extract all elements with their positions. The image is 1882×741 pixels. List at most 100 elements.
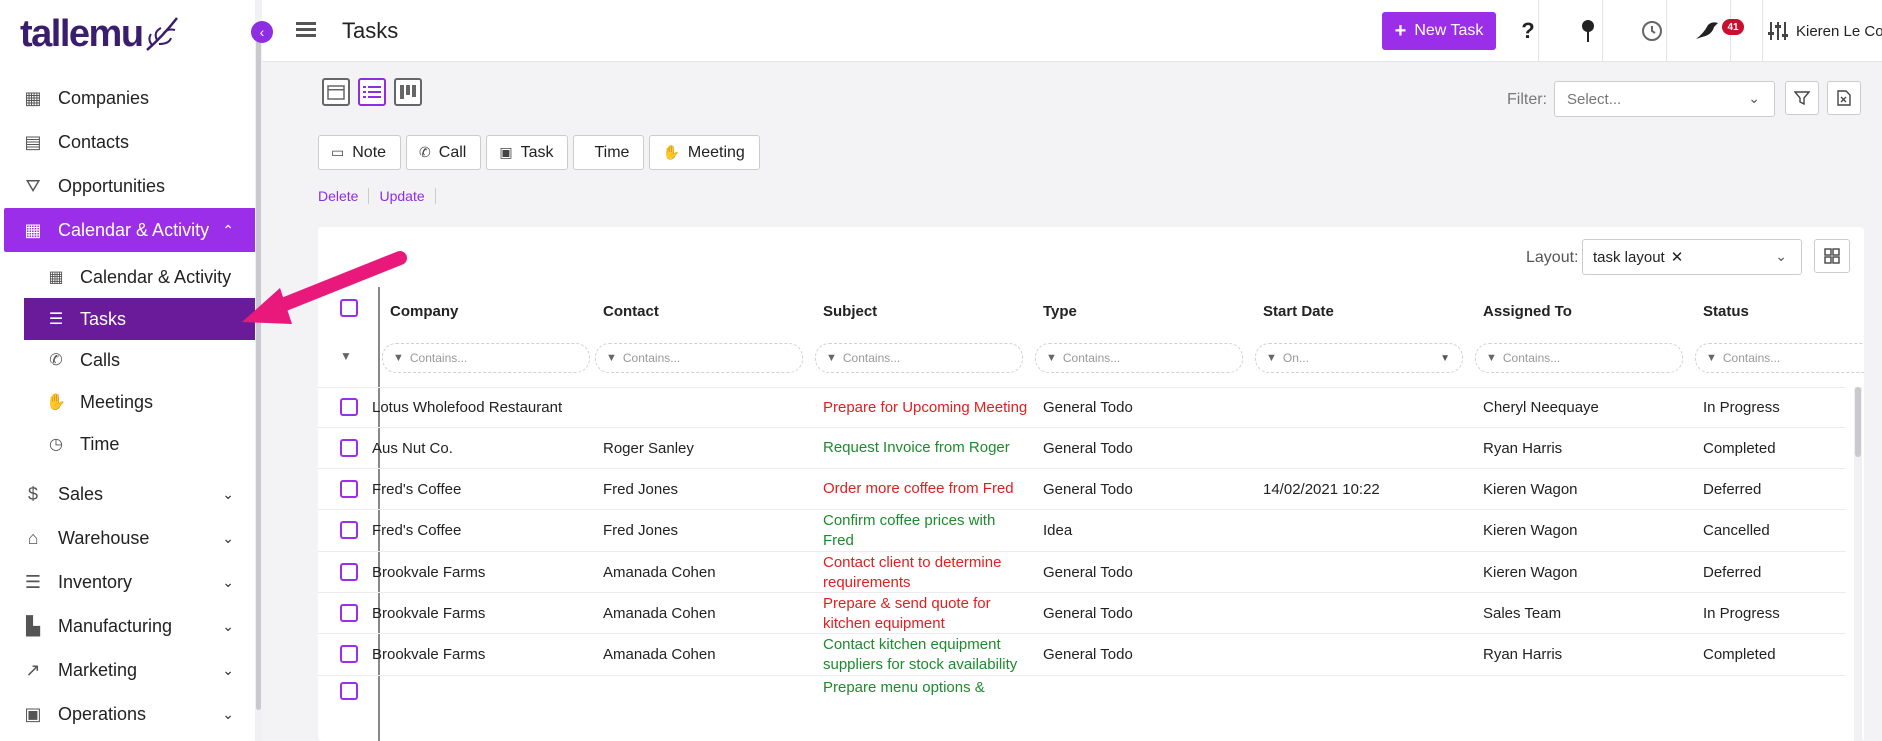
chevron-down-icon: ⌄ (1748, 90, 1760, 106)
row-checkbox[interactable] (340, 521, 358, 539)
task-button[interactable]: ▣ Task (486, 135, 569, 170)
grid-scrollbar[interactable] (1854, 387, 1862, 741)
task-subject-link[interactable]: Request Invoice from Roger (823, 438, 1010, 458)
tallemu-logo[interactable]: tallemu (20, 10, 181, 58)
export-excel-button[interactable] (1827, 81, 1861, 115)
column-filter-input[interactable]: ▼ Contains... (1475, 343, 1683, 373)
chevron-down-icon[interactable]: ⌄ (222, 486, 234, 503)
new-task-button[interactable]: + New Task (1382, 12, 1496, 50)
column-filter-input[interactable]: ▼ Contains... (1035, 343, 1243, 373)
chevron-down-icon[interactable]: ⌄ (222, 530, 234, 547)
user-name[interactable]: Kieren Le Cor (1796, 23, 1882, 40)
sidebar-subitem-meetings[interactable]: ✋ Meetings (24, 381, 256, 423)
delete-link[interactable]: Delete (318, 188, 370, 204)
task-subject-link[interactable]: Prepare for Upcoming Meeting (823, 398, 1027, 418)
sidebar-subitem-tasks[interactable]: ☰ Tasks (24, 298, 256, 340)
grid-scroll-thumb[interactable] (1855, 387, 1861, 457)
sidebar-subitem-label: Meetings (80, 391, 154, 412)
task-subject-link[interactable]: Prepare & send quote for kitchen equipmen… (823, 594, 991, 634)
column-filter-input[interactable]: ▼ On... ▼ (1255, 343, 1463, 373)
row-checkbox[interactable] (340, 682, 358, 700)
sidebar-subitem-time[interactable]: ◷ Time (24, 423, 256, 465)
chevron-down-icon[interactable]: ⌄ (222, 662, 234, 679)
row-checkbox[interactable] (340, 398, 358, 416)
task-subject-link[interactable]: Contact kitchen equipment suppliers for s… (823, 635, 1017, 675)
layout-select[interactable]: task layout ✕ ⌄ (1582, 239, 1802, 275)
task-subject-link[interactable]: Confirm coffee prices with Fred (823, 511, 995, 551)
chevron-down-icon[interactable]: ▼ (1440, 353, 1450, 364)
calendar-view-icon[interactable] (322, 78, 350, 106)
table-row[interactable]: Prepare menu options & (318, 675, 1846, 725)
table-row[interactable]: Lotus Wholefood Restaurant Prepare for Up… (318, 387, 1846, 427)
chevron-down-icon[interactable]: ⌄ (222, 618, 234, 635)
kanban-view-icon[interactable] (394, 78, 422, 106)
task-subject-link[interactable]: Order more coffee from Fred (823, 479, 1014, 499)
column-filter-input[interactable]: ▼ Contains... (1695, 343, 1864, 373)
pin-icon[interactable] (1574, 16, 1602, 46)
cell-type: General Todo (1043, 399, 1133, 416)
sidebar-scrollbar[interactable] (255, 0, 262, 741)
column-filter-input[interactable]: ▼ Contains... (595, 343, 803, 373)
update-link[interactable]: Update (379, 188, 436, 204)
task-subject-link[interactable]: Prepare menu options & (823, 678, 985, 698)
sidebar-item-sales[interactable]: $ Sales ⌄ (0, 472, 258, 516)
sidebar-subitem-calls[interactable]: ✆ Calls (24, 339, 256, 381)
select-all-checkbox[interactable] (340, 299, 358, 317)
sidebar-item-calendar-activity[interactable]: ▦ Calendar & Activity ⌃ (4, 208, 258, 252)
divider (1602, 0, 1603, 62)
collapse-sidebar-button[interactable]: ‹ (251, 21, 273, 43)
help-icon[interactable]: ? (1514, 16, 1542, 46)
table-row[interactable]: Brookvale Farms Amanada Cohen Contact kitc… (318, 633, 1846, 675)
column-header-assigned-to[interactable]: Assigned To (1483, 303, 1572, 320)
column-header-status[interactable]: Status (1703, 303, 1749, 320)
sidebar-item-opportunities[interactable]: ⛛ Opportunities (0, 164, 258, 208)
call-button[interactable]: ✆ Call (406, 135, 482, 170)
sidebar-item-warehouse[interactable]: ⌂ Warehouse ⌄ (0, 516, 258, 560)
column-filter-input[interactable]: ▼ Contains... (382, 343, 590, 373)
task-subject-link[interactable]: Contact client to determine requirements (823, 553, 1001, 593)
cell-status: Completed (1703, 646, 1776, 663)
meeting-button[interactable]: ✋ Meeting (649, 135, 760, 170)
menu-list-icon[interactable] (296, 22, 316, 40)
bird-notifications-icon[interactable] (1694, 16, 1722, 46)
sidebar-item-operations[interactable]: ▣ Operations ⌄ (0, 692, 258, 736)
column-header-type[interactable]: Type (1043, 303, 1077, 320)
list-view-icon[interactable] (358, 78, 386, 106)
row-checkbox[interactable] (340, 480, 358, 498)
filter-funnel-button[interactable] (1785, 81, 1819, 115)
sidebar-scroll-thumb[interactable] (256, 40, 261, 710)
note-button[interactable]: ▭ Note (318, 135, 402, 170)
sidebar-item-inventory[interactable]: ☰ Inventory ⌄ (0, 560, 258, 604)
row-checkbox[interactable] (340, 645, 358, 663)
history-icon[interactable] (1638, 16, 1666, 46)
chevron-up-icon[interactable]: ⌃ (222, 222, 234, 239)
row-checkbox[interactable] (340, 563, 358, 581)
sidebar-item-contacts[interactable]: ▤ Contacts (0, 120, 258, 164)
table-row[interactable]: Brookvale Farms Amanada Cohen Prepare & se… (318, 592, 1846, 633)
column-header-start-date[interactable]: Start Date (1263, 303, 1334, 320)
sidebar-subitem-label: Calls (80, 349, 121, 370)
note-label: Note (352, 143, 387, 161)
settings-sliders-icon[interactable] (1764, 16, 1792, 46)
table-row[interactable]: Brookvale Farms Amanada Cohen Contact clie… (318, 551, 1846, 592)
chevron-down-icon[interactable]: ⌄ (222, 706, 234, 723)
column-chooser-button[interactable] (1814, 239, 1850, 273)
cell-status: In Progress (1703, 605, 1780, 622)
column-filter-input[interactable]: ▼ Contains... (815, 343, 1023, 373)
row-checkbox[interactable] (340, 604, 358, 622)
table-row[interactable]: Aus Nut Co. Roger Sanley Request Invoice f… (318, 427, 1846, 468)
column-header-company[interactable]: Company (390, 303, 458, 320)
table-row[interactable]: Fred's Coffee Fred Jones Confirm coffee pr… (318, 509, 1846, 551)
clear-icon[interactable]: ✕ (1671, 248, 1684, 266)
column-header-contact[interactable]: Contact (603, 303, 659, 320)
table-row[interactable]: Fred's Coffee Fred Jones Order more coffee… (318, 468, 1846, 509)
sidebar-subitem-calendar-activity[interactable]: ▦ Calendar & Activity (24, 256, 256, 298)
sidebar-item-companies[interactable]: ▦ Companies (0, 76, 258, 120)
sidebar-item-manufacturing[interactable]: ▙ Manufacturing ⌄ (0, 604, 258, 648)
filter-select[interactable]: Select... ⌄ (1554, 81, 1775, 117)
sidebar-item-marketing[interactable]: ↗ Marketing ⌄ (0, 648, 258, 692)
time-button[interactable]: Time (573, 135, 645, 170)
column-header-subject[interactable]: Subject (823, 303, 877, 320)
chevron-down-icon[interactable]: ⌄ (222, 574, 234, 591)
row-checkbox[interactable] (340, 439, 358, 457)
